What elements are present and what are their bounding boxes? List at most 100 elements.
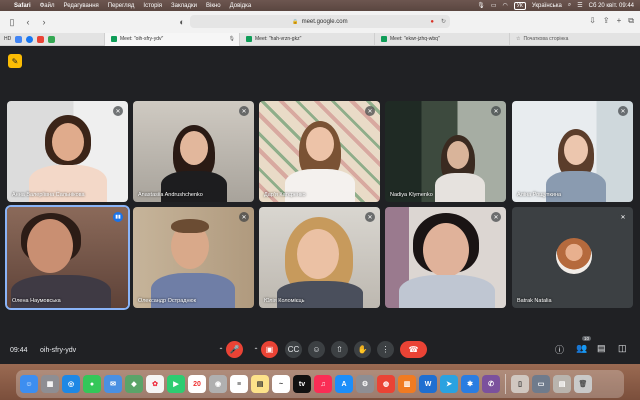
mic-status-icon[interactable]: 🎙: [477, 2, 485, 9]
new-tab-icon[interactable]: +: [617, 16, 622, 26]
reload-icon[interactable]: ↻: [441, 18, 446, 25]
participant-tile[interactable]: ✕ Анна Валеріївна Сальнікова: [7, 101, 128, 202]
sidebar-toggle-icon[interactable]: ▯: [6, 16, 18, 28]
recent-screenshot-icon[interactable]: ▭: [532, 375, 550, 393]
control-center-icon[interactable]: ☰: [577, 2, 582, 9]
camera-toggle-button[interactable]: ▣: [261, 341, 278, 358]
meeting-info-icon[interactable]: ⓘ: [555, 343, 564, 356]
participant-tile[interactable]: ✕ Batrak Natalia: [512, 207, 633, 308]
more-options-button[interactable]: ⋮: [377, 341, 394, 358]
participant-name: Дар'я Катєренко: [264, 192, 306, 198]
raise-hand-button[interactable]: ✋: [354, 341, 371, 358]
people-icon[interactable]: 👥: [576, 343, 587, 354]
menu-help[interactable]: Довідка: [230, 3, 252, 9]
tab-meet-1[interactable]: Meet: "oih-sfry-ydv" 🎙: [104, 32, 239, 46]
tab-mic-active-icon[interactable]: ●: [430, 19, 434, 25]
safari-icon[interactable]: ◎: [62, 375, 80, 393]
calendar-icon[interactable]: 20: [188, 375, 206, 393]
system-settings-icon[interactable]: ⚙: [356, 375, 374, 393]
back-icon[interactable]: ‹: [22, 16, 34, 28]
participant-tile[interactable]: ✕ Аліна Рощупкина: [512, 101, 633, 202]
chat-icon[interactable]: ▤: [597, 343, 606, 354]
wifi-icon[interactable]: ◠: [502, 2, 507, 9]
menu-file[interactable]: Файл: [40, 3, 55, 9]
messages-icon[interactable]: ●: [83, 375, 101, 393]
apple-tv-icon[interactable]: tv: [293, 375, 311, 393]
forward-icon[interactable]: ›: [38, 16, 50, 28]
participant-tile[interactable]: ✕ Олександр Остраднюк: [133, 207, 254, 308]
mail-icon[interactable]: ✉: [104, 375, 122, 393]
mic-toggle-button[interactable]: 🎤: [226, 341, 243, 358]
address-bar[interactable]: 🔒 meet.google.com ● ↻: [190, 15, 450, 28]
finder-icon[interactable]: ☺: [20, 375, 38, 393]
bluetooth-icon[interactable]: ✱: [461, 375, 479, 393]
share-icon[interactable]: ⇪: [603, 16, 610, 26]
favorite-meet-icon[interactable]: [48, 35, 56, 43]
participant-name: Аліна Рощупкина: [517, 192, 562, 198]
mic-off-icon: ✕: [239, 212, 249, 222]
menu-window[interactable]: Вікно: [206, 3, 221, 9]
favorite-hd[interactable]: HD: [4, 36, 11, 42]
menu-bookmarks[interactable]: Закладки: [171, 3, 197, 9]
favorite-facebook-icon[interactable]: [26, 35, 34, 43]
menu-view[interactable]: Перегляд: [108, 3, 135, 9]
word-icon[interactable]: W: [419, 375, 437, 393]
contacts-icon[interactable]: ◉: [209, 375, 227, 393]
facetime-icon[interactable]: ▶: [167, 375, 185, 393]
tab-title: Meet: "oih-sfry-ydv": [120, 36, 164, 42]
trash-icon[interactable]: 🗑: [574, 375, 592, 393]
participant-tile-speaking[interactable]: ▮▮ Олена Наумовська: [5, 205, 130, 310]
favorite-google-icon[interactable]: [15, 35, 23, 43]
leave-call-button[interactable]: ☎: [400, 341, 427, 358]
emoji-reactions-button[interactable]: ☺: [308, 341, 325, 358]
audio-options-icon[interactable]: ⌃: [216, 345, 226, 355]
search-icon[interactable]: ⌕: [568, 2, 571, 9]
chrome-icon[interactable]: ◍: [377, 375, 395, 393]
meeting-notes-icon[interactable]: ✎: [8, 54, 22, 68]
menu-edit[interactable]: Редагування: [63, 3, 98, 9]
launchpad-icon[interactable]: ▦: [41, 375, 59, 393]
tab-start-page[interactable]: ☆ Початкова сторінка: [509, 32, 619, 46]
music-icon[interactable]: ♫: [314, 375, 332, 393]
freeform-icon[interactable]: ~: [272, 375, 290, 393]
participant-tile[interactable]: ✕ Юлія Коломієць: [259, 207, 380, 308]
video-options-icon[interactable]: ⌃: [251, 345, 261, 355]
mic-off-icon: ✕: [491, 212, 501, 222]
maps-icon[interactable]: ◆: [125, 375, 143, 393]
tab-title: Meet: "hah-vrzn-gkz": [255, 36, 302, 42]
participant-tile[interactable]: ✕: [385, 207, 506, 308]
input-source-label[interactable]: Українська: [532, 3, 562, 9]
captions-button[interactable]: CC: [285, 341, 302, 358]
tab-mic-icon[interactable]: 🎙: [229, 36, 235, 42]
notes-icon[interactable]: ▤: [251, 375, 269, 393]
menu-safari[interactable]: Safari: [14, 3, 31, 9]
tab-meet-2[interactable]: Meet: "hah-vrzn-gkz": [239, 32, 374, 46]
privacy-shield-icon[interactable]: ◐: [176, 16, 188, 28]
reminders-icon[interactable]: ≡: [230, 375, 248, 393]
mic-off-icon: ✕: [618, 212, 628, 222]
battery-icon[interactable]: ▭: [491, 2, 497, 9]
app-store-icon[interactable]: A: [335, 375, 353, 393]
favorite-gmail-icon[interactable]: [37, 35, 45, 43]
participant-name: Batrak Natalia: [517, 298, 552, 304]
input-source-badge[interactable]: УК: [513, 1, 526, 10]
participant-tile[interactable]: ✕ Anastasiia Andrushchenko: [133, 101, 254, 202]
download-icon[interactable]: ⇩: [589, 16, 596, 26]
participant-tile[interactable]: ✕ Дар'я Катєренко: [259, 101, 380, 202]
menu-history[interactable]: Історія: [143, 3, 162, 9]
recent-document-icon[interactable]: ▯: [511, 375, 529, 393]
photos-icon[interactable]: ✿: [146, 375, 164, 393]
menubar-datetime[interactable]: Сб 20 квіт. 09:44: [589, 3, 634, 9]
tab-overview-icon[interactable]: ⧉: [628, 16, 634, 26]
tab-meet-3[interactable]: Meet: "ekwr-jzhq-wbq": [374, 32, 509, 46]
downloads-stack-icon[interactable]: ▤: [553, 375, 571, 393]
activities-icon[interactable]: ◫: [618, 343, 627, 354]
present-screen-button[interactable]: ⇧: [331, 341, 348, 358]
mic-off-icon: ✕: [618, 106, 628, 116]
meeting-time: 09:44: [10, 346, 28, 354]
telegram-icon[interactable]: ➤: [440, 375, 458, 393]
books-icon[interactable]: ▥: [398, 375, 416, 393]
mic-off-icon: ✕: [239, 106, 249, 116]
participant-tile[interactable]: ✕ Nadiya Klymenko: [385, 101, 506, 202]
viber-icon[interactable]: ✆: [482, 375, 500, 393]
